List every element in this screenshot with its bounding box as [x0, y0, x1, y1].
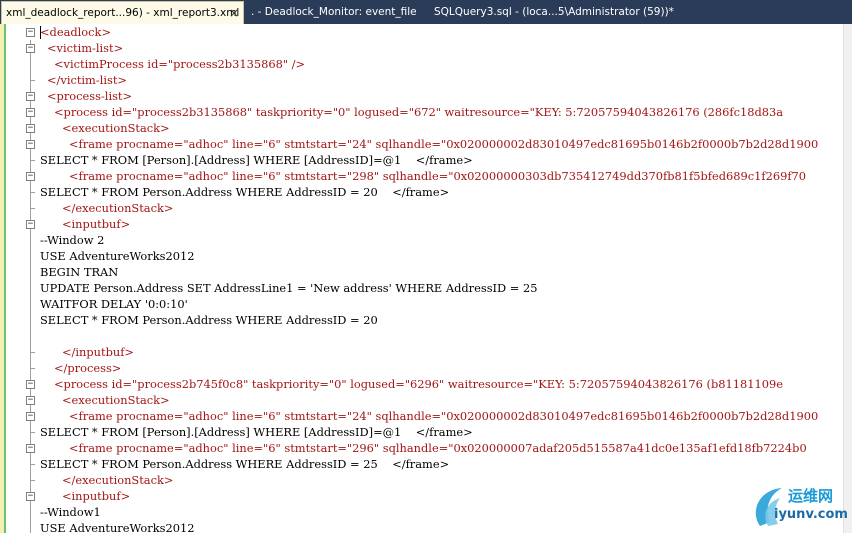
code-line[interactable]: UPDATE Person.Address SET AddressLine1 =… [0, 280, 843, 296]
fold-end-marker [30, 464, 35, 465]
tab-label: xml_deadlock_report...96) - xml_report3.… [6, 7, 240, 19]
code-line-text: <inputbuf> [62, 217, 131, 231]
code-line-text: <process id="process2b3135868" taskprior… [54, 105, 784, 119]
code-line[interactable]: − <inputbuf> [0, 488, 843, 504]
code-line-text: <frame procname="adhoc" line="6" stmtsta… [69, 137, 819, 151]
collapse-icon[interactable]: − [26, 92, 35, 101]
tab-xml-report[interactable]: xml_deadlock_report...96) - xml_report3.… [1, 1, 244, 24]
code-line[interactable]: SELECT * FROM [Person].[Address] WHERE [… [0, 424, 843, 440]
code-line[interactable]: USE AdventureWorks2012 [0, 248, 843, 264]
collapse-icon[interactable]: − [26, 412, 35, 421]
fold-end-marker [30, 480, 35, 481]
code-line[interactable]: USE AdventureWorks2012 [0, 520, 843, 533]
fold-end-marker [30, 80, 35, 81]
code-line[interactable]: </victim-list> [0, 72, 843, 88]
code-line[interactable]: SELECT * FROM Person.Address WHERE Addre… [0, 312, 843, 328]
code-line-text: </executionStack> [62, 201, 174, 215]
code-line-text: </inputbuf> [62, 345, 134, 359]
code-line-text: <victim-list> [47, 41, 124, 55]
code-line[interactable] [0, 328, 843, 344]
code-line-text: <process id="process2b745f0c8" taskprior… [54, 377, 783, 391]
code-line[interactable]: − <inputbuf> [0, 216, 843, 232]
tab-sqlquery3[interactable]: SQLQuery3.sql - (loca...5\Administrator … [430, 2, 678, 22]
code-line[interactable]: --Window1 [0, 504, 843, 520]
code-line-text: </victim-list> [47, 73, 127, 87]
code-line[interactable]: − <frame procname="adhoc" line="6" stmtst… [0, 136, 843, 152]
code-line-text: UPDATE Person.Address SET AddressLine1 =… [40, 281, 538, 295]
code-line[interactable]: − <deadlock> [0, 24, 843, 40]
code-line-text: USE AdventureWorks2012 [40, 249, 195, 263]
code-line[interactable]: − <victim-list> [0, 40, 843, 56]
code-line[interactable]: </executionStack> [0, 472, 843, 488]
code-line[interactable]: SELECT * FROM Person.Address WHERE Addre… [0, 456, 843, 472]
code-line-text: SELECT * FROM [Person].[Address] WHERE [… [40, 153, 473, 167]
collapse-icon[interactable]: − [26, 444, 35, 453]
document-tab-strip: xml_deadlock_report...96) - xml_report3.… [0, 0, 852, 24]
code-line[interactable]: − <executionStack> [0, 120, 843, 136]
code-line[interactable]: </process> [0, 360, 843, 376]
fold-end-marker [30, 352, 35, 353]
code-line-text: WAITFOR DELAY '0:0:10' [40, 297, 188, 311]
code-line-text: <deadlock> [40, 25, 111, 39]
vertical-scrollbar[interactable] [843, 24, 852, 533]
collapse-icon[interactable]: − [26, 380, 35, 389]
code-line[interactable]: − <executionStack> [0, 392, 843, 408]
code-line-text: <victimProcess id="process2b3135868" /> [54, 57, 306, 71]
code-line[interactable]: </inputbuf> [0, 344, 843, 360]
code-line[interactable]: − <frame procname="adhoc" line="6" stmtst… [0, 408, 843, 424]
collapse-icon[interactable]: − [26, 396, 35, 405]
code-line[interactable]: BEGIN TRAN [0, 264, 843, 280]
close-icon[interactable]: × [229, 2, 239, 24]
code-line-text: --Window1 [40, 505, 101, 519]
site-watermark: 运维网 iyunv.com [748, 482, 848, 530]
code-line-text: USE AdventureWorks2012 [40, 521, 195, 533]
text-cursor [40, 26, 41, 39]
collapse-icon[interactable]: − [26, 140, 35, 149]
code-line-text: BEGIN TRAN [40, 265, 119, 279]
code-line[interactable]: − <frame procname="adhoc" line="6" stmtst… [0, 440, 843, 456]
code-line-text: SELECT * FROM Person.Address WHERE Addre… [40, 313, 378, 327]
fold-end-marker [30, 192, 35, 193]
watermark-domain: iyunv.com [774, 507, 848, 522]
watermark-chinese: 运维网 [788, 487, 834, 505]
code-line-text: SELECT * FROM [Person].[Address] WHERE [… [40, 425, 473, 439]
code-line[interactable]: SELECT * FROM [Person].[Address] WHERE [… [0, 152, 843, 168]
xml-editor[interactable]: − <deadlock> − <victim-list> <victimProcess … [0, 24, 852, 533]
code-line-text: SELECT * FROM Person.Address WHERE Addre… [40, 457, 450, 471]
code-line[interactable]: − <process id="process2b745f0c8" taskprio… [0, 376, 843, 392]
fold-end-marker [30, 432, 35, 433]
code-line[interactable]: --Window 2 [0, 232, 843, 248]
collapse-icon[interactable]: − [26, 124, 35, 133]
code-line-text: <inputbuf> [62, 489, 131, 503]
tab-label: . - Deadlock_Monitor: event_file [251, 6, 417, 18]
code-line-text: <frame procname="adhoc" line="6" stmtsta… [69, 441, 807, 455]
code-line[interactable]: − <frame procname="adhoc" line="6" stmtst… [0, 168, 843, 184]
code-line-text: </process> [54, 361, 122, 375]
collapse-icon[interactable]: − [26, 28, 35, 37]
fold-end-marker [30, 208, 35, 209]
code-line-text: <frame procname="adhoc" line="6" stmtsta… [69, 409, 819, 423]
collapse-icon[interactable]: − [26, 44, 35, 53]
collapse-icon[interactable]: − [26, 172, 35, 181]
collapse-icon[interactable]: − [26, 220, 35, 229]
code-line-text: <executionStack> [62, 393, 170, 407]
code-line[interactable]: <victimProcess id="process2b3135868" /> [0, 56, 843, 72]
code-line-text: <executionStack> [62, 121, 170, 135]
fold-end-marker [30, 160, 35, 161]
code-line[interactable]: − <process id="process2b3135868" taskprio… [0, 104, 843, 120]
code-line[interactable]: </executionStack> [0, 200, 843, 216]
code-line-text: --Window 2 [40, 233, 105, 247]
code-line-text: SELECT * FROM Person.Address WHERE Addre… [40, 185, 450, 199]
code-line[interactable]: − <process-list> [0, 88, 843, 104]
code-line-text: <process-list> [47, 89, 133, 103]
fold-end-marker [30, 368, 35, 369]
collapse-icon[interactable]: − [26, 492, 35, 501]
code-line[interactable]: WAITFOR DELAY '0:0:10' [0, 296, 843, 312]
code-line-text: </executionStack> [62, 473, 174, 487]
code-line-text: <frame procname="adhoc" line="6" stmtsta… [69, 169, 807, 183]
tab-deadlock-monitor[interactable]: . - Deadlock_Monitor: event_file [247, 2, 421, 22]
code-line[interactable]: SELECT * FROM Person.Address WHERE Addre… [0, 184, 843, 200]
tab-label: SQLQuery3.sql - (loca...5\Administrator … [434, 6, 674, 18]
collapse-icon[interactable]: − [26, 108, 35, 117]
